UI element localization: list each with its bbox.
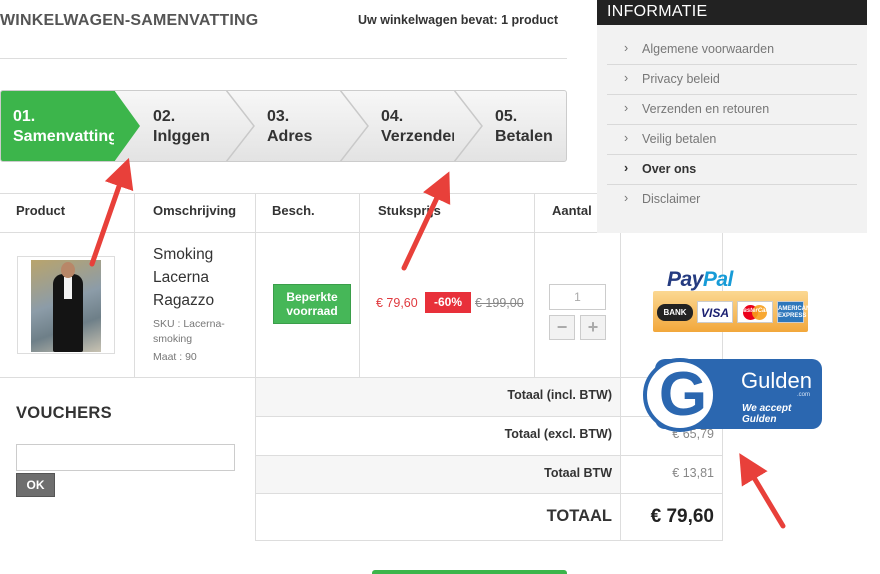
voucher-ok-button[interactable]: OK: [16, 473, 55, 497]
gulden-g-icon: G: [643, 358, 717, 432]
info-link-label: Disclaimer: [642, 192, 701, 206]
step-shipping[interactable]: 04. Verzenden: [369, 91, 454, 161]
chevron-right-icon: ›: [624, 131, 629, 145]
gulden-name: Gulden: [741, 368, 812, 393]
step-separator: [226, 91, 255, 161]
availability-badge: Beperkte voorraad: [273, 284, 351, 324]
column-header-availability: Besch.: [272, 203, 315, 218]
step-arrow-active: [114, 91, 140, 161]
info-link-label: Veilig betalen: [642, 132, 717, 146]
info-link-privacy[interactable]: › Privacy beleid: [607, 65, 857, 95]
gulden-domain: .com: [797, 392, 811, 398]
product-sku: SKU : Lacerna-smoking: [153, 318, 225, 345]
step-label: Samenvatting: [13, 128, 115, 145]
step-label: Verzenden: [381, 128, 454, 145]
column-header-description: Omschrijving: [153, 203, 237, 218]
column-divider: [620, 233, 621, 540]
chevron-right-icon: ›: [624, 71, 629, 85]
paypal-wordmark: PayPal: [667, 268, 733, 291]
vouchers-title: VOUCHERS: [16, 404, 112, 422]
column-divider: [359, 193, 360, 377]
gulden-tagline: We accept Gulden: [742, 403, 792, 425]
column-divider: [255, 193, 256, 540]
step-payment[interactable]: 05. Betalen: [483, 91, 566, 161]
unit-price: € 79,60: [376, 296, 418, 310]
amex-icon: AMERICAN EXPRESS: [777, 301, 810, 323]
column-header-product: Product: [16, 203, 66, 218]
checkout-steps: 01. Samenvatting 02. Inlggen 03. Adres 0…: [0, 90, 567, 162]
total-value: € 79,60: [650, 506, 714, 527]
chevron-right-icon: ›: [624, 191, 629, 205]
quantity-increase-button[interactable]: +: [580, 315, 606, 340]
step-number: 02.: [153, 108, 176, 125]
product-name-link[interactable]: Smoking Lacerna Ragazzo: [153, 243, 253, 312]
step-login[interactable]: 02. Inlggen: [141, 91, 226, 161]
bank-icon: BANK: [657, 304, 693, 321]
step-label: Inlggen: [153, 128, 210, 145]
info-link-secure-payment[interactable]: › Veilig betalen: [607, 125, 857, 155]
summary-label-tax: Totaal BTW: [544, 466, 612, 480]
product-image[interactable]: [17, 256, 115, 354]
column-header-unit-price: Stuksprijs: [378, 203, 441, 218]
info-link-label: Privacy beleid: [642, 72, 720, 86]
info-link-shipping[interactable]: › Verzenden en retouren: [607, 95, 857, 125]
voucher-input[interactable]: [16, 444, 235, 471]
checkout-button-partial[interactable]: [372, 570, 567, 574]
column-header-quantity: Aantal: [552, 203, 592, 218]
info-link-about[interactable]: › Over ons: [607, 155, 857, 185]
informatie-list: › Algemene voorwaarden › Privacy beleid › V…: [607, 35, 857, 215]
summary-label-excl: Totaal (excl. BTW): [504, 427, 612, 441]
step-address[interactable]: 03. Adres: [255, 91, 340, 161]
quantity-decrease-button[interactable]: −: [549, 315, 575, 340]
paypal-logo: PayPal BANK VISA MasterCard AMERICAN EXP…: [653, 268, 810, 332]
step-number: 01.: [13, 108, 36, 125]
discount-badge: -60%: [425, 292, 471, 313]
column-divider: [134, 193, 135, 377]
chevron-right-icon: ›: [624, 161, 629, 175]
page-title: WINKELWAGEN-SAMENVATTING: [0, 12, 259, 29]
annotation-arrow-steps: [89, 157, 134, 267]
product-size: Maat : 90: [153, 351, 197, 363]
step-number: 04.: [381, 108, 404, 125]
informatie-title: INFORMATIE: [597, 0, 867, 25]
step-number: 03.: [267, 108, 290, 125]
mastercard-icon: MasterCard: [737, 301, 773, 323]
title-divider: [0, 58, 567, 59]
chevron-right-icon: ›: [624, 41, 629, 55]
step-number: 05.: [495, 108, 518, 125]
product-photo: [31, 260, 101, 352]
summary-value-tax: € 13,81: [672, 466, 714, 480]
info-link-label: Over ons: [642, 162, 697, 176]
visa-icon: VISA: [697, 301, 733, 323]
column-divider: [534, 193, 535, 377]
step-label: Adres: [267, 128, 313, 145]
info-link-terms[interactable]: › Algemene voorwaarden: [607, 35, 857, 65]
total-label: TOTAAL: [546, 507, 612, 525]
info-link-label: Algemene voorwaarden: [642, 42, 775, 56]
step-separator: [340, 91, 369, 161]
annotation-arrow-gulden: [739, 453, 786, 529]
product-photo-head: [61, 262, 75, 278]
summary-bottom-border: [255, 540, 723, 541]
paypal-card-strip: BANK VISA MasterCard AMERICAN EXPRESS: [653, 291, 810, 332]
quantity-input[interactable]: 1: [549, 284, 606, 310]
chevron-right-icon: ›: [624, 101, 629, 115]
step-separator: [454, 91, 483, 161]
product-photo-shirt: [64, 277, 72, 299]
info-link-disclaimer[interactable]: › Disclaimer: [607, 185, 857, 215]
annotation-arrow-price: [401, 171, 451, 271]
old-price: € 199,00: [475, 296, 524, 310]
cart-count: Uw winkelwagen bevat: 1 product: [358, 13, 559, 27]
gulden-logo: Gulden .com We accept Gulden G: [643, 358, 823, 432]
informatie-block: INFORMATIE › Algemene voorwaarden › Privac…: [597, 0, 867, 233]
step-label: Betalen: [495, 128, 553, 145]
step-summary[interactable]: 01. Samenvatting: [1, 91, 115, 161]
info-link-label: Verzenden en retouren: [642, 102, 770, 116]
summary-label-incl: Totaal (incl. BTW): [507, 388, 612, 402]
